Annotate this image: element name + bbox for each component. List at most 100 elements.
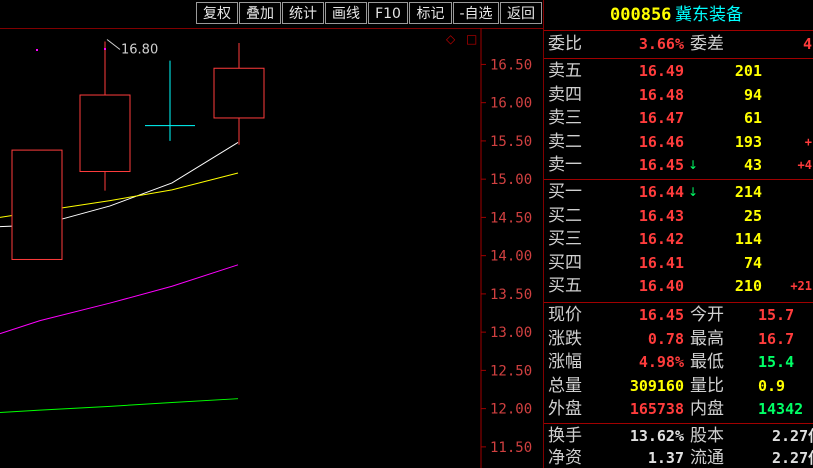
stock-code: 000856 [610, 5, 672, 25]
stat-value: 16.7 [758, 329, 795, 348]
stat-label: 最高 [690, 328, 724, 349]
back-button[interactable]: 返回 [500, 2, 542, 24]
stat-value: 14342 [758, 400, 804, 419]
order-row[interactable]: 买四 16.41 74 [544, 252, 813, 275]
stat-value: 4.98% [638, 353, 684, 372]
price-tick-label: 16.00 [490, 96, 532, 112]
high-annotation-label: 16.80 [121, 42, 158, 57]
stat-label: 最低 [690, 352, 724, 373]
quote-panel: 000856 冀东装备 委比 3.66% 委差 4 卖五 16.49 201 卖四 16… [543, 0, 813, 468]
price-tick-label: 13.50 [490, 287, 532, 303]
chart-toolbar: 复权 叠加 统计 画线 F10 标记 -自选 返回 [0, 0, 543, 29]
order-price: 16.45 [638, 156, 684, 175]
order-row[interactable]: 卖五 16.49 201 [544, 60, 813, 83]
price-tick-label: 15.50 [490, 134, 532, 150]
order-row[interactable]: 买五 16.40 210 +21 [544, 275, 813, 298]
weibi-value: 3.66% [638, 35, 684, 53]
diamond-icon[interactable]: ◇ [446, 33, 455, 45]
stat-label: 总量 [548, 375, 582, 396]
stat-row: 外盘 165738 内盘 14342 [544, 398, 813, 421]
f10-button[interactable]: F10 [368, 2, 408, 24]
stat-value: 165738 [629, 400, 684, 419]
moving-average-line [0, 398, 239, 413]
stat-value: 0.78 [647, 329, 684, 348]
order-level-label: 买五 [548, 276, 582, 297]
price-tick-label: 14.50 [490, 210, 532, 226]
stat-row: 总量 309160 量比 0.9 [544, 375, 813, 398]
stat-label: 外盘 [548, 399, 582, 420]
order-volume: 74 [743, 253, 762, 272]
order-price: 16.44 [638, 183, 684, 201]
order-row[interactable]: 卖三 16.47 61 [544, 107, 813, 130]
overlay-button[interactable]: 叠加 [239, 2, 281, 24]
order-volume: 94 [743, 85, 762, 104]
price-tick-label: 12.50 [490, 363, 532, 379]
order-volume: 43 [743, 156, 762, 175]
stat-label: 量比 [690, 375, 724, 396]
stock-title: 000856 冀东装备 [544, 0, 813, 30]
order-row[interactable]: 买一 16.44 ↓ 214 [544, 181, 813, 204]
stat-row: 涨幅 4.98% 最低 15.4 [544, 351, 813, 374]
kline-svg: 16.50 16.00 15.50 15.00 14.50 14.00 13.50 13.00… [0, 28, 532, 468]
stat-label: 换手 [548, 426, 582, 446]
order-volume: 114 [734, 230, 762, 249]
order-price: 16.42 [638, 230, 684, 249]
stat-value: 2.27亿 [772, 427, 813, 445]
order-price: 16.46 [638, 132, 684, 151]
divider [544, 179, 813, 180]
order-change: + [804, 134, 812, 149]
order-level-label: 卖五 [548, 61, 582, 81]
stock-name: 冀东装备 [675, 5, 743, 25]
stat-row: 涨跌 0.78 最高 16.7 [544, 328, 813, 351]
order-price: 16.47 [638, 109, 684, 128]
order-price: 16.41 [638, 253, 684, 272]
weicha-value: 4 [802, 35, 812, 53]
order-level-label: 卖一 [548, 155, 582, 176]
stat-value: 2.27亿 [772, 449, 813, 467]
mark-button[interactable]: 标记 [409, 2, 452, 24]
price-tick-label: 12.00 [490, 402, 532, 418]
order-row[interactable]: 买三 16.42 114 [544, 228, 813, 251]
price-tick-label: 16.50 [490, 57, 532, 73]
high-annotation-line [106, 39, 121, 50]
stat-row: 净资 1.37 流通 2.27亿 [544, 447, 813, 468]
divider [544, 423, 813, 424]
draw-line-button[interactable]: 画线 [325, 2, 367, 24]
order-price: 16.48 [638, 85, 684, 104]
order-row[interactable]: 买二 16.43 25 [544, 205, 813, 228]
price-tick-label: 11.50 [490, 440, 532, 456]
down-arrow-icon: ↓ [688, 158, 699, 173]
order-level-label: 买三 [548, 229, 582, 250]
price-tick-label: 15.00 [490, 172, 532, 188]
stat-row: 现价 16.45 今开 15.7 [544, 304, 813, 327]
order-row[interactable]: 卖二 16.46 193 + [544, 131, 813, 154]
candle-body [213, 67, 265, 119]
stat-label: 今开 [690, 305, 724, 325]
order-row[interactable]: 卖一 16.45 ↓ 43 +4 [544, 154, 813, 177]
stat-label: 股本 [690, 426, 724, 446]
stat-value: 0.9 [758, 376, 786, 395]
stat-value: 309160 [629, 376, 684, 395]
stat-value: 13.62% [629, 427, 684, 445]
stat-value: 16.45 [638, 306, 684, 324]
order-level-label: 卖四 [548, 84, 582, 105]
stat-value: 15.7 [758, 306, 795, 324]
marker-dot [104, 48, 106, 50]
order-level-label: 卖三 [548, 108, 582, 129]
weicha-label: 委差 [690, 34, 724, 54]
stat-value: 15.4 [758, 353, 795, 372]
marker-dot [36, 49, 38, 51]
kline-chart[interactable]: 16.50 16.00 15.50 15.00 14.50 14.00 13.50 13.00… [0, 28, 543, 468]
order-price: 16.43 [638, 206, 684, 225]
restore-rights-button[interactable]: 复权 [196, 2, 238, 24]
square-icon[interactable]: □ [466, 33, 477, 45]
candle-body [79, 94, 131, 173]
price-tick-label: 13.00 [490, 325, 532, 341]
remove-watchlist-button[interactable]: -自选 [453, 2, 499, 24]
stat-value: 1.37 [647, 449, 684, 467]
order-volume: 61 [743, 109, 762, 128]
order-row[interactable]: 卖四 16.48 94 [544, 84, 813, 107]
candle-body [11, 149, 63, 260]
statistics-button[interactable]: 统计 [282, 2, 324, 24]
stat-label: 涨幅 [548, 352, 582, 373]
